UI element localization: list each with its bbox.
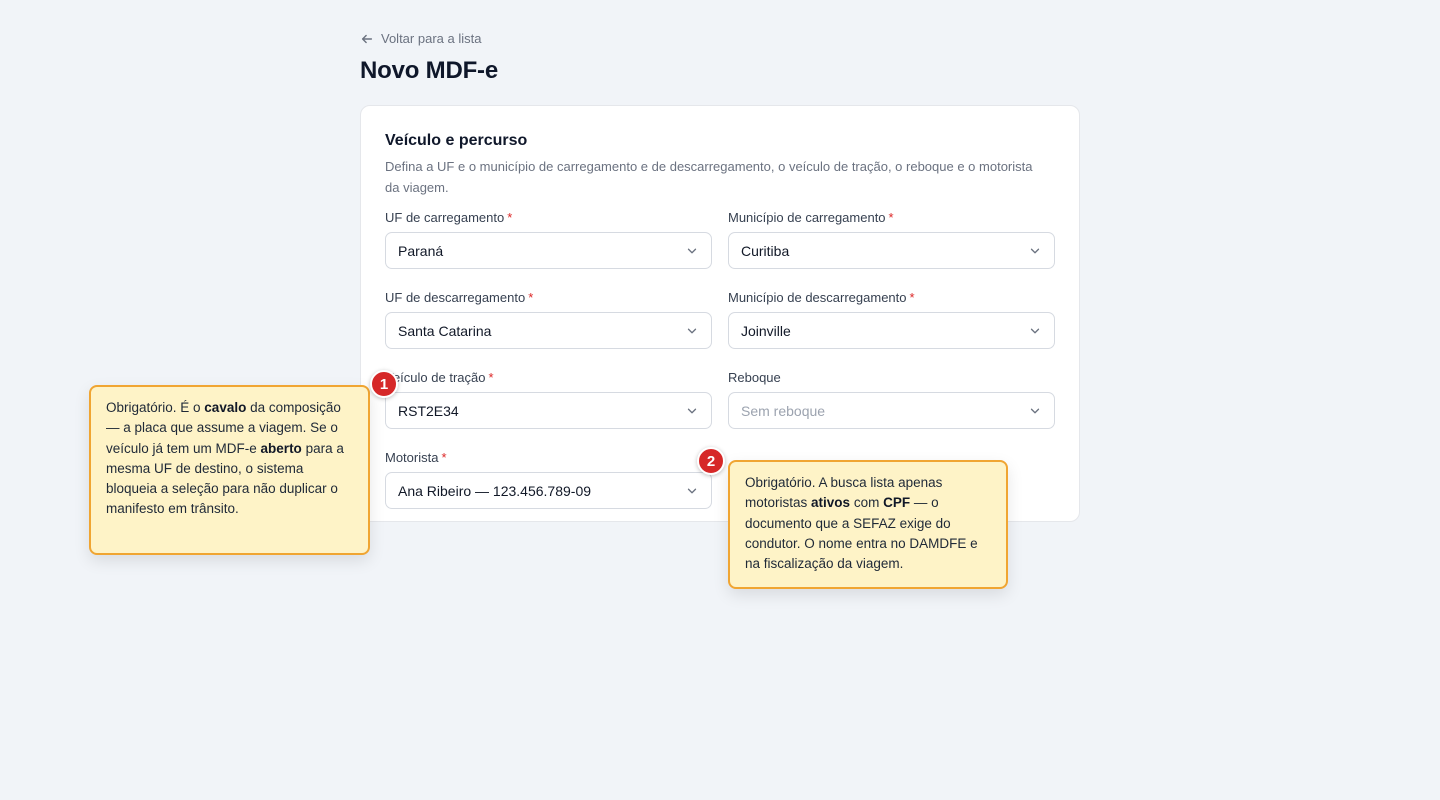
veiculo-tracao-select[interactable]: RST2E34	[385, 392, 712, 429]
select-placeholder: Sem reboque	[741, 402, 826, 419]
field-uf-descarregamento: UF de descarregamento * Santa Catarina	[385, 291, 712, 349]
uf-descarregamento-select[interactable]: Santa Catarina	[385, 312, 712, 349]
card-title: Veículo e percurso	[385, 132, 528, 149]
back-to-list-link[interactable]: Voltar para a lista	[360, 31, 481, 46]
field-veiculo-tracao: Veículo de tração * RST2E34	[385, 371, 712, 429]
select-value: Joinville	[741, 322, 791, 339]
field-label: Município de descarregamento *	[728, 290, 915, 305]
select-value: Paraná	[398, 242, 444, 259]
chevron-down-icon	[687, 488, 697, 493]
field-reboque: Reboque Sem reboque	[728, 371, 1055, 429]
arrow-left-icon	[361, 34, 373, 43]
field-uf-carregamento: UF de carregamento * Paraná	[385, 211, 712, 269]
step-badge-1: 1	[370, 370, 398, 398]
tooltip-veiculo-tracao: Obrigatório. É o cavalo da composição — …	[89, 385, 370, 555]
field-municipio-carregamento: Município de carregamento * Curitiba	[728, 211, 1055, 269]
card-description: Defina a UF e o município de carregament…	[385, 159, 1033, 195]
field-label: Reboque	[728, 370, 781, 385]
municipio-descarregamento-select[interactable]: Joinville	[728, 312, 1055, 349]
select-value: Ana Ribeiro — 123.456.789-09	[398, 482, 592, 499]
select-value: Santa Catarina	[398, 322, 492, 339]
chevron-down-icon	[1030, 328, 1040, 333]
select-value: Curitiba	[741, 242, 790, 259]
field-label: Veículo de tração *	[385, 370, 494, 385]
chevron-down-icon	[687, 408, 697, 413]
field-label: Motorista *	[385, 450, 447, 465]
chevron-down-icon	[1030, 408, 1040, 413]
field-label: UF de carregamento *	[385, 210, 513, 225]
chevron-down-icon	[687, 328, 697, 333]
page-title: Novo MDF-e	[360, 57, 498, 84]
uf-carregamento-select[interactable]: Paraná	[385, 232, 712, 269]
field-label: Município de carregamento *	[728, 210, 894, 225]
municipio-carregamento-select[interactable]: Curitiba	[728, 232, 1055, 269]
select-value: RST2E34	[398, 402, 459, 419]
step-badge-2: 2	[697, 447, 725, 475]
motorista-select[interactable]: Ana Ribeiro — 123.456.789-09	[385, 472, 712, 509]
reboque-select[interactable]: Sem reboque	[728, 392, 1055, 429]
back-link-label: Voltar para a lista	[381, 31, 482, 46]
chevron-down-icon	[687, 248, 697, 253]
field-label: UF de descarregamento *	[385, 290, 534, 305]
field-motorista: Motorista * Ana Ribeiro — 123.456.789-09	[385, 451, 712, 509]
tooltip-motorista: Obrigatório. A busca lista apenas motori…	[728, 460, 1008, 589]
chevron-down-icon	[1030, 248, 1040, 253]
field-municipio-descarregamento: Município de descarregamento * Joinville	[728, 291, 1055, 349]
